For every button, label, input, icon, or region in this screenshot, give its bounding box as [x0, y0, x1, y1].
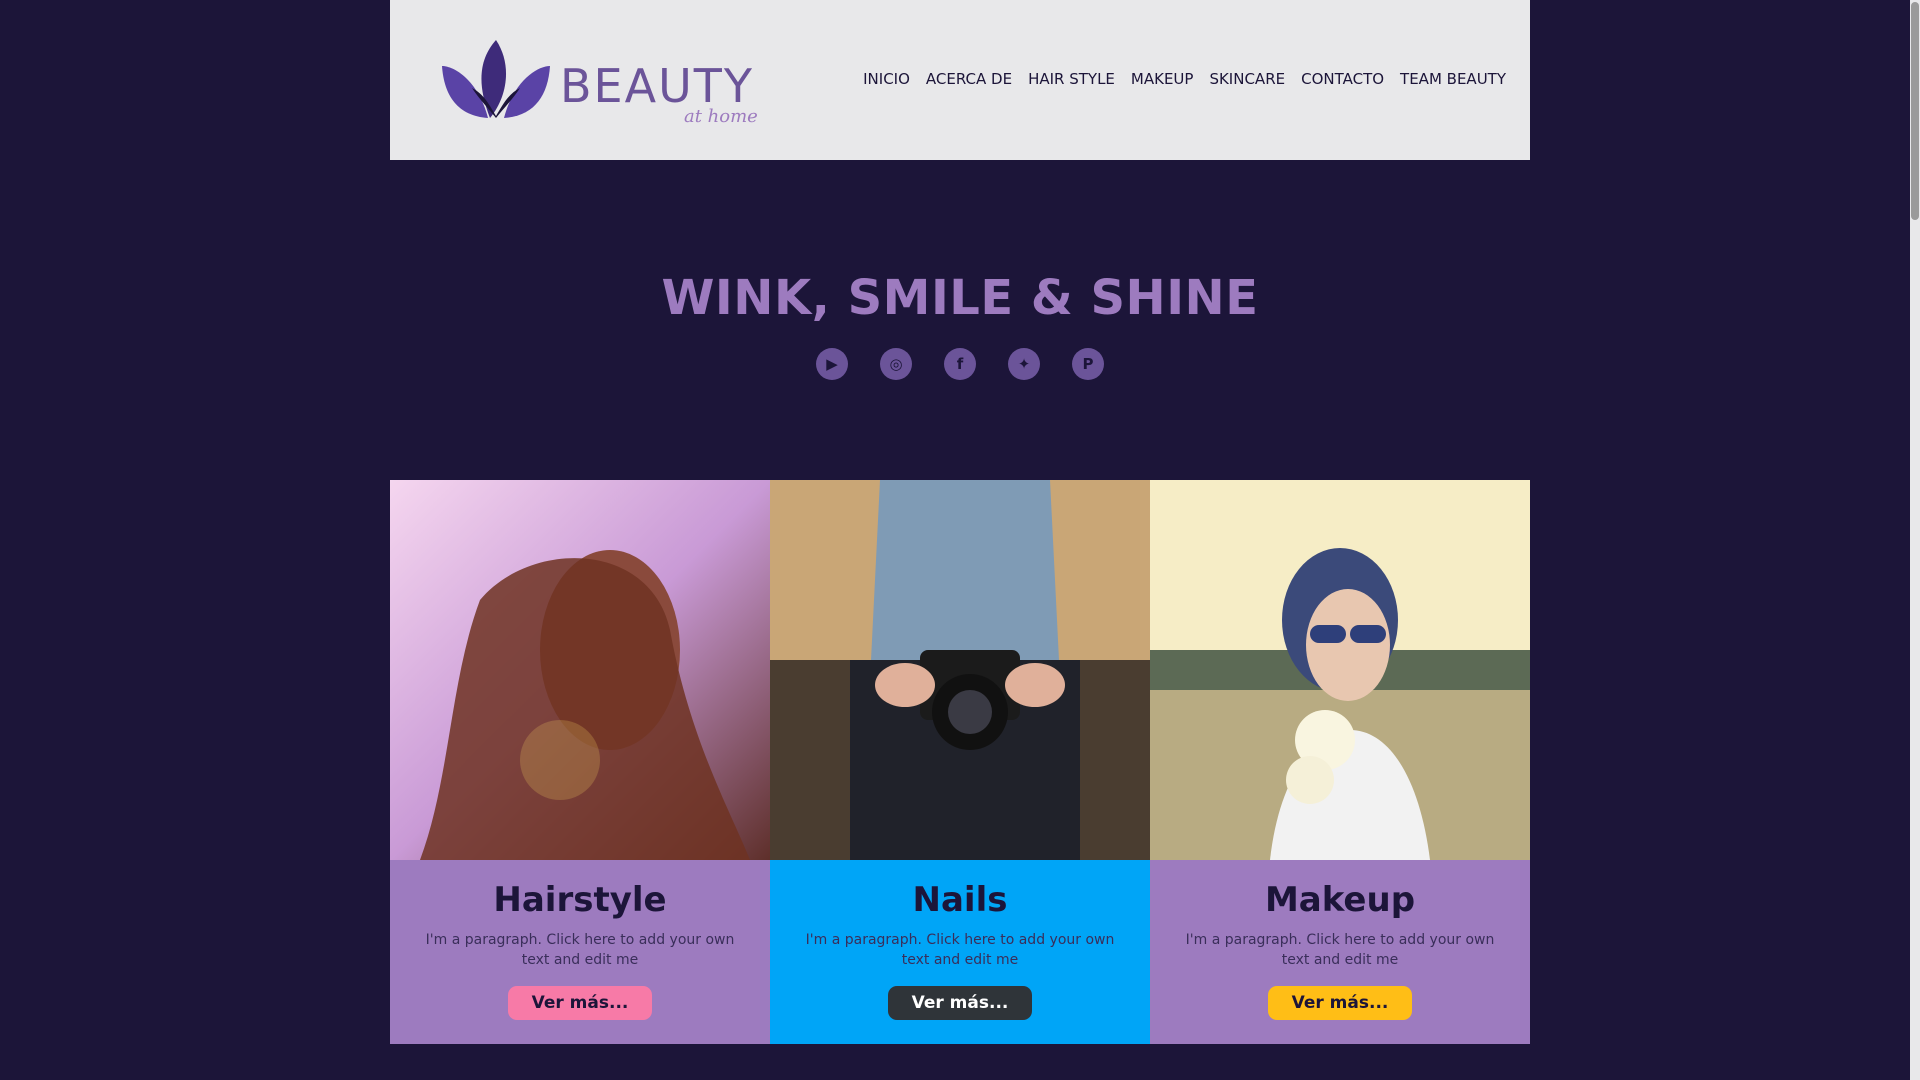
hero-title: WINK, SMILE & SHINE: [661, 270, 1259, 326]
nails-photo: [770, 480, 1150, 860]
nav-makeup[interactable]: MAKEUP: [1131, 70, 1194, 88]
main-nav: INICIO ACERCA DE HAIR STYLE MAKEUP SKINC…: [863, 70, 1506, 88]
service-cards: Hairstyle I'm a paragraph. Click here to…: [390, 480, 1530, 1044]
card-nails: Nails I'm a paragraph. Click here to add…: [770, 480, 1150, 1044]
instagram-icon[interactable]: ◎: [880, 348, 912, 380]
card-text: I'm a paragraph. Click here to add your …: [425, 932, 735, 968]
hero-section: WINK, SMILE & SHINE ▶ ◎ f ✦ P: [390, 160, 1530, 380]
site-header: BEAUTY at home INICIO ACERCA DE HAIR STY…: [390, 0, 1530, 160]
ver-mas-button[interactable]: Ver más...: [1268, 986, 1412, 1020]
makeup-photo: [1150, 480, 1530, 860]
card-makeup: Makeup I'm a paragraph. Click here to ad…: [1150, 480, 1530, 1044]
nav-contacto[interactable]: CONTACTO: [1301, 70, 1384, 88]
scrollbar[interactable]: [1910, 0, 1920, 1080]
card-title: Nails: [912, 880, 1008, 920]
scrollbar-thumb[interactable]: [1911, 2, 1919, 220]
hairstyle-info: Hairstyle I'm a paragraph. Click here to…: [390, 860, 770, 1044]
social-links: ▶ ◎ f ✦ P: [390, 348, 1530, 380]
ver-mas-button[interactable]: Ver más...: [508, 986, 652, 1020]
logo-wordmark: BEAUTY: [560, 59, 754, 113]
youtube-icon[interactable]: ▶: [816, 348, 848, 380]
card-hairstyle: Hairstyle I'm a paragraph. Click here to…: [390, 480, 770, 1044]
card-title: Hairstyle: [493, 880, 667, 920]
brand-logo[interactable]: BEAUTY at home: [438, 36, 758, 127]
nav-acerca-de[interactable]: ACERCA DE: [926, 70, 1012, 88]
hairstyle-photo: [390, 480, 770, 860]
nav-inicio[interactable]: INICIO: [863, 70, 910, 88]
page: BEAUTY at home INICIO ACERCA DE HAIR STY…: [390, 0, 1530, 1044]
nails-info: Nails I'm a paragraph. Click here to add…: [770, 860, 1150, 1044]
card-text: I'm a paragraph. Click here to add your …: [805, 932, 1115, 968]
makeup-info: Makeup I'm a paragraph. Click here to ad…: [1150, 860, 1530, 1044]
pinterest-icon[interactable]: P: [1072, 348, 1104, 380]
card-text: I'm a paragraph. Click here to add your …: [1185, 932, 1495, 968]
nav-hair-style[interactable]: HAIR STYLE: [1028, 70, 1115, 88]
ver-mas-button[interactable]: Ver más...: [888, 986, 1032, 1020]
logo-subtitle: at home: [684, 106, 758, 126]
facebook-icon[interactable]: f: [944, 348, 976, 380]
nav-team-beauty[interactable]: TEAM BEAUTY: [1400, 70, 1506, 88]
card-title: Makeup: [1264, 880, 1416, 920]
twitter-icon[interactable]: ✦: [1008, 348, 1040, 380]
nav-skincare[interactable]: SKINCARE: [1209, 70, 1285, 88]
